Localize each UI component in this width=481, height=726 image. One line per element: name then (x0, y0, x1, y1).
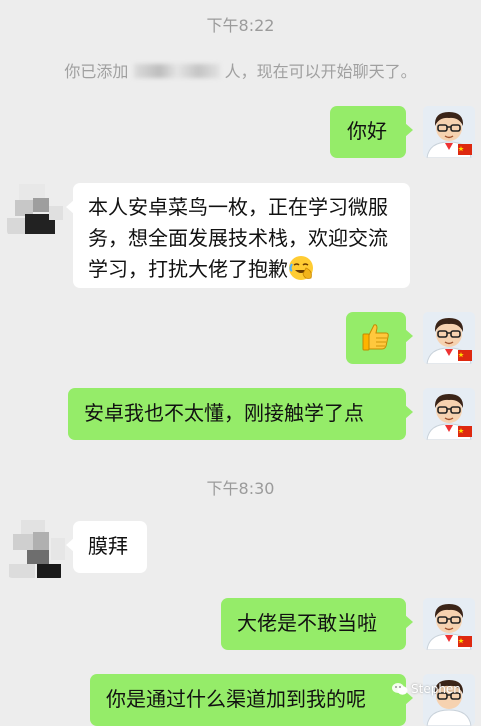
pixelated-avatar-icon (7, 180, 63, 236)
timestamp: 下午8:22 (206, 16, 275, 35)
avatar[interactable] (423, 388, 475, 440)
message-bubble-sent[interactable]: 大佬是不敢当啦 (221, 598, 413, 650)
message-text: 你好 (347, 119, 387, 143)
message-text: 你是通过什么渠道加到我的呢 (106, 687, 366, 711)
blurred-contact-name (133, 64, 220, 78)
avatar[interactable] (423, 106, 475, 158)
cartoon-avatar-icon (423, 106, 475, 158)
system-notice: 你已添加 人，现在可以开始聊天了。 (0, 58, 481, 82)
watermark-text: Stephen (411, 682, 461, 696)
thumbs-up-icon (362, 324, 389, 351)
wechat-logo-icon (392, 683, 408, 695)
avatar[interactable] (7, 518, 65, 578)
message-bubble-sent[interactable]: 安卓我也不太懂，刚接触学了点 (68, 388, 413, 440)
message-bubble-sent[interactable]: 你好 (330, 106, 413, 158)
avatar[interactable] (423, 312, 475, 364)
system-notice-suffix: 人，现在可以开始聊天了。 (224, 62, 417, 81)
message-bubble-received[interactable]: 本人安卓菜鸟一枚，正在学习微服务，想全面发展技术栈，欢迎交流学习，打扰大佬了抱歉 (66, 183, 410, 288)
pixelated-avatar-icon (7, 518, 65, 578)
cartoon-avatar-icon (423, 388, 475, 440)
message-bubble-sent[interactable]: 你是通过什么渠道加到我的呢 (90, 674, 413, 726)
message-bubble-received[interactable]: 膜拜 (66, 521, 147, 573)
message-text: 本人安卓菜鸟一枚，正在学习微服务，想全面发展技术栈，欢迎交流学习，打扰大佬了抱歉 (88, 195, 388, 281)
watermark: Stephen (392, 682, 461, 696)
message-text: 膜拜 (88, 534, 128, 558)
avatar[interactable] (423, 598, 475, 650)
avatar[interactable] (7, 180, 63, 236)
message-text: 安卓我也不太懂，刚接触学了点 (84, 401, 364, 425)
timestamp: 下午8:30 (206, 479, 275, 498)
cartoon-avatar-icon (423, 598, 475, 650)
facepalm-emoji-icon (289, 256, 313, 280)
system-notice-prefix: 你已添加 (64, 62, 129, 81)
message-text: 大佬是不敢当啦 (237, 611, 377, 635)
message-bubble-sent[interactable] (346, 312, 413, 364)
cartoon-avatar-icon (423, 312, 475, 364)
